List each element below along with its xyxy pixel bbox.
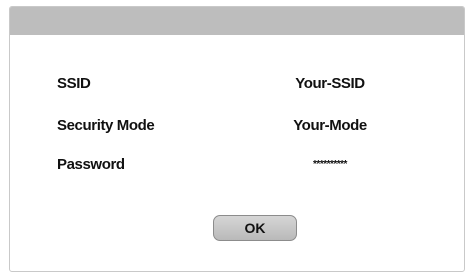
password-label: Password <box>57 156 125 173</box>
security-mode-label: Security Mode <box>57 117 155 134</box>
ssid-row: SSID Your-SSID <box>10 73 464 95</box>
ssid-label: SSID <box>57 75 91 92</box>
ssid-value: Your-SSID <box>295 75 365 92</box>
password-value: ********** <box>313 159 347 170</box>
security-mode-row: Security Mode Your-Mode <box>10 115 464 137</box>
password-row: Password ********** <box>10 154 464 176</box>
wifi-info-dialog: SSID Your-SSID Security Mode Your-Mode P… <box>9 6 465 272</box>
dialog-title-bar <box>10 7 464 35</box>
security-mode-value: Your-Mode <box>293 117 367 134</box>
ok-button[interactable]: OK <box>213 215 297 241</box>
